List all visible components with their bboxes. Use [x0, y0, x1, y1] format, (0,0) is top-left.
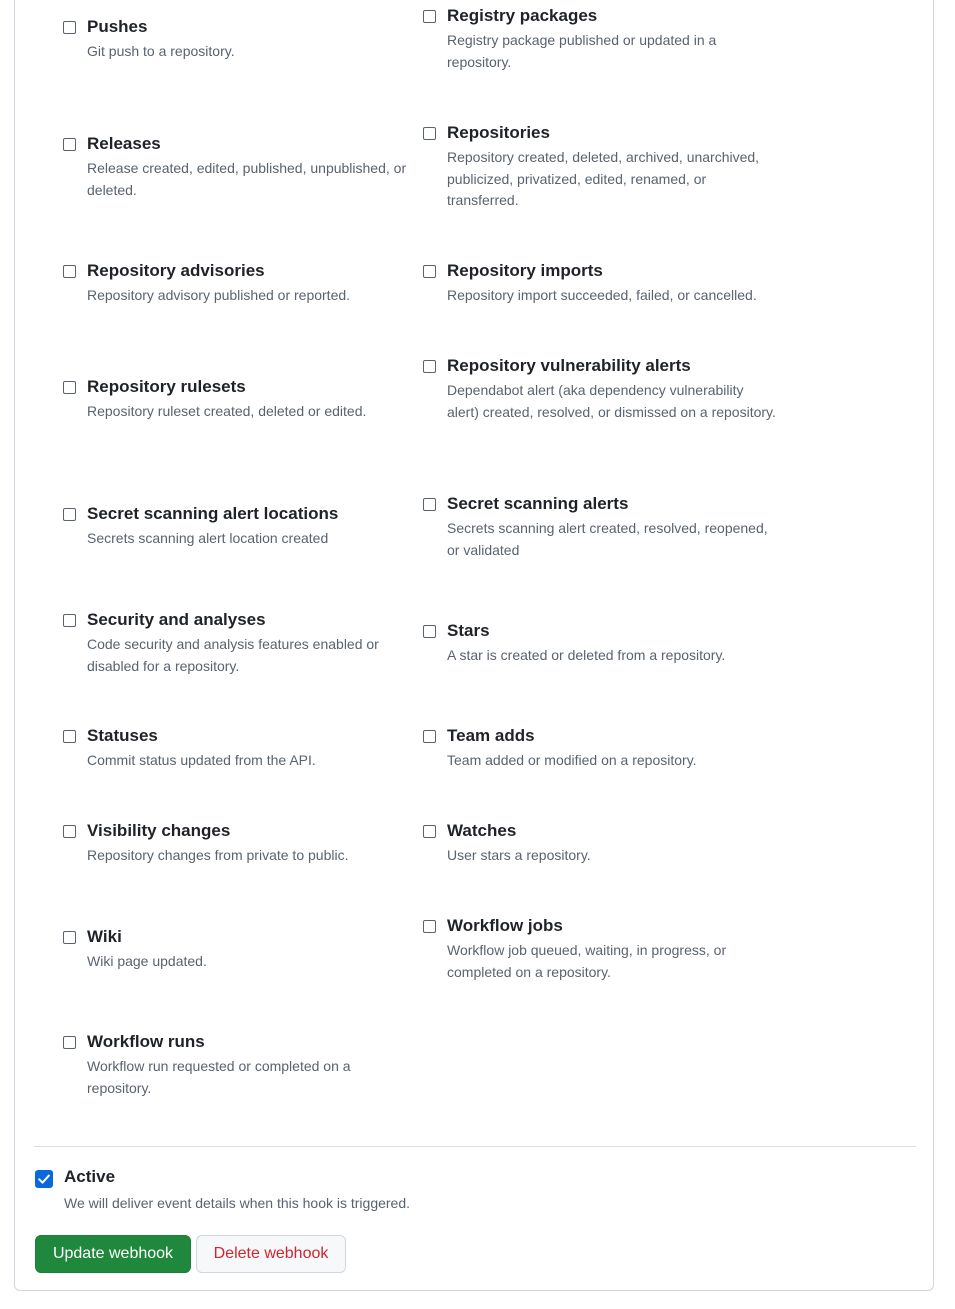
event-description: Wiki page updated. [87, 953, 207, 969]
event-title: Repository advisories [87, 261, 265, 280]
event-description: Repository advisory published or reporte… [87, 287, 351, 303]
event-title: Secret scanning alert locations [87, 504, 339, 523]
event-title: Repository imports [447, 261, 603, 280]
statuses-checkbox[interactable] [63, 730, 76, 743]
active-label: Active [64, 1167, 116, 1186]
pushes-checkbox[interactable] [63, 21, 76, 34]
wiki-checkbox[interactable] [63, 931, 76, 944]
event-description: A star is created or deleted from a repo… [447, 647, 726, 663]
repository-rulesets-checkbox[interactable] [63, 381, 76, 394]
delete-webhook-button[interactable]: Delete webhook [196, 1235, 346, 1273]
update-webhook-button[interactable]: Update webhook [35, 1235, 191, 1273]
registry-packages-checkbox[interactable] [423, 10, 436, 23]
event-title: Statuses [87, 726, 158, 745]
active-checkbox[interactable] [35, 1170, 53, 1188]
watches-checkbox[interactable] [423, 825, 436, 838]
secret-scanning-alerts-checkbox[interactable] [423, 498, 436, 511]
event-description: Commit status updated from the API. [87, 752, 316, 768]
event-description: Repository changes from private to publi… [87, 847, 349, 863]
event-description: Dependabot alert (aka dependency vulnera… [447, 382, 776, 420]
repository-vulnerability-alerts-checkbox[interactable] [423, 360, 436, 373]
event-description: Release created, edited, published, unpu… [87, 160, 407, 198]
event-description: Team added or modified on a repository. [447, 752, 697, 768]
event-description: Repository ruleset created, deleted or e… [87, 403, 367, 419]
event-title: Security and analyses [87, 610, 266, 629]
workflow-jobs-checkbox[interactable] [423, 920, 436, 933]
releases-checkbox[interactable] [63, 138, 76, 151]
event-title: Pushes [87, 17, 148, 36]
active-description: We will deliver event details when this … [64, 1195, 411, 1211]
event-description: Workflow run requested or completed on a… [87, 1058, 351, 1096]
event-description: User stars a repository. [447, 847, 591, 863]
repositories-checkbox[interactable] [423, 127, 436, 140]
secret-scanning-alert-locations-checkbox[interactable] [63, 508, 76, 521]
event-title: Repository vulnerability alerts [447, 356, 691, 375]
event-description: Repository import succeeded, failed, or … [447, 287, 757, 303]
event-title: Repository rulesets [87, 377, 246, 396]
event-title: Wiki [87, 927, 122, 946]
event-description: Repository created, deleted, archived, u… [447, 149, 760, 208]
section-divider [34, 1146, 916, 1147]
event-title: Team adds [447, 726, 535, 745]
event-title: Stars [447, 621, 490, 640]
event-title: Registry packages [447, 6, 598, 25]
repository-advisories-checkbox[interactable] [63, 265, 76, 278]
event-description: Secrets scanning alert location created [87, 530, 329, 546]
event-title: Visibility changes [87, 821, 231, 840]
event-description: Registry package published or updated in… [447, 32, 717, 70]
event-title: Workflow jobs [447, 916, 563, 935]
event-description: Git push to a repository. [87, 43, 235, 59]
security-and-analyses-checkbox[interactable] [63, 614, 76, 627]
checkmark-icon [38, 1174, 50, 1184]
stars-checkbox[interactable] [423, 625, 436, 638]
event-title: Repositories [447, 123, 550, 142]
event-description: Workflow job queued, waiting, in progres… [447, 942, 727, 980]
event-title: Secret scanning alerts [447, 494, 629, 513]
visibility-changes-checkbox[interactable] [63, 825, 76, 838]
event-title: Workflow runs [87, 1032, 205, 1051]
event-description: Code security and analysis features enab… [87, 636, 379, 674]
repository-imports-checkbox[interactable] [423, 265, 436, 278]
team-adds-checkbox[interactable] [423, 730, 436, 743]
event-title: Watches [447, 821, 517, 840]
event-title: Releases [87, 134, 161, 153]
event-description: Secrets scanning alert created, resolved… [447, 520, 768, 558]
workflow-runs-checkbox[interactable] [63, 1036, 76, 1049]
